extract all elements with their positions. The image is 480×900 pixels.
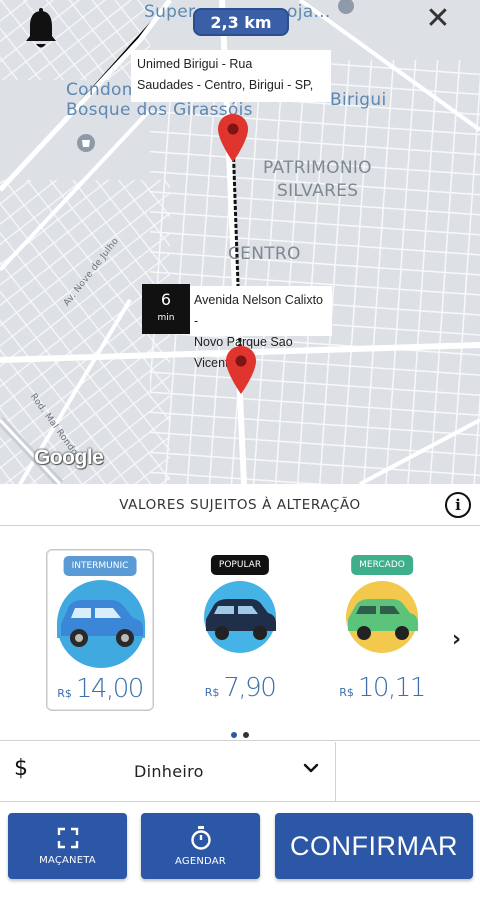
category-price: R$ 7,90 [186, 673, 294, 703]
category-price-value: 14,00 [75, 674, 144, 704]
page-dot[interactable] [243, 732, 249, 738]
confirmar-button[interactable]: CONFIRMAR [275, 813, 473, 879]
payment-row: $ Dinheiro [0, 742, 480, 802]
origin-pin-icon [218, 114, 248, 162]
dollar-icon: $ [14, 756, 28, 781]
bell-icon[interactable] [22, 8, 60, 52]
price-notice-text: VALORES SUJEITOS À ALTERAÇÃO [119, 496, 361, 513]
expand-icon [57, 827, 78, 848]
map-label-silvares: SILVARES [277, 181, 359, 201]
confirmar-label: CONFIRMAR [290, 830, 458, 861]
car-icon [55, 580, 147, 670]
payment-method-select[interactable]: $ Dinheiro [0, 742, 336, 802]
car-icon [204, 581, 276, 653]
category-tag: INTERMUNIC [63, 556, 137, 576]
category-currency: R$ [339, 686, 354, 699]
category-card-mercado[interactable]: MERCADO R$ 10,11 [328, 549, 436, 711]
macaneta-label: MAÇANETA [39, 854, 96, 866]
ride-category-carousel[interactable]: INTERMUNIC R$ 14,00 POPULAR R$ 7,90 MERC… [0, 527, 480, 741]
category-currency: R$ [204, 686, 220, 699]
eta-unit: min [157, 313, 175, 323]
category-card-intermunic[interactable]: INTERMUNIC R$ 14,00 [46, 549, 154, 711]
category-tag: POPULAR [210, 555, 270, 575]
eta-box: 6 min [142, 284, 190, 334]
origin-address-line-2: Saudades - Centro, Birigui - SP, [137, 78, 314, 92]
destination-address-line-2: Novo Parque Sao Vicente, [194, 335, 293, 370]
destination-address-label: Avenida Nelson Calixto - Novo Parque Sao… [190, 286, 332, 370]
map-view[interactable]: Super oja... Condom Bosque dos Girassóis… [0, 0, 480, 484]
map-label-patrimonio: PATRIMONIO [263, 158, 372, 178]
page-dot-active[interactable] [231, 732, 237, 738]
carousel-pagination [0, 723, 480, 742]
macaneta-button[interactable]: MAÇANETA [8, 813, 127, 879]
agendar-button[interactable]: AGENDAR [141, 813, 260, 879]
destination-address-line-1: Avenida Nelson Calixto - [194, 293, 324, 328]
category-price: R$ 10,11 [328, 673, 436, 703]
category-price-value: 10,11 [357, 673, 426, 703]
origin-address-line-1: Unimed Birigui - Rua [137, 57, 253, 71]
eta-value: 6 [160, 290, 172, 309]
category-tag: MERCADO [351, 555, 413, 575]
map-label-condom: Condom [66, 80, 139, 100]
stopwatch-icon [190, 825, 211, 850]
chevron-right-icon[interactable]: › [452, 627, 461, 652]
category-currency: R$ [57, 687, 72, 700]
agendar-label: AGENDAR [175, 855, 226, 867]
map-label-super: Super [144, 2, 196, 22]
category-price-value: 7,90 [223, 673, 276, 703]
car-icon [346, 581, 418, 653]
origin-address-label: Unimed Birigui - Rua Saudades - Centro, … [131, 50, 331, 102]
map-label-birigui: Birigui [330, 90, 387, 110]
chevron-down-icon [303, 763, 319, 773]
distance-badge: 2,3 km [193, 8, 289, 36]
info-icon[interactable]: i [445, 492, 471, 518]
category-price: R$ 14,00 [47, 674, 153, 704]
destination-pin-icon [226, 346, 256, 394]
google-logo: Google [34, 446, 104, 469]
close-icon[interactable]: ✕ [424, 4, 452, 34]
payment-method-value: Dinheiro [134, 762, 204, 781]
price-notice-bar: VALORES SUJEITOS À ALTERAÇÃO i [0, 484, 480, 526]
map-label-oja: oja... [287, 2, 331, 22]
map-label-centro: CENTRO [228, 244, 301, 264]
category-card-popular[interactable]: POPULAR R$ 7,90 [186, 549, 294, 711]
